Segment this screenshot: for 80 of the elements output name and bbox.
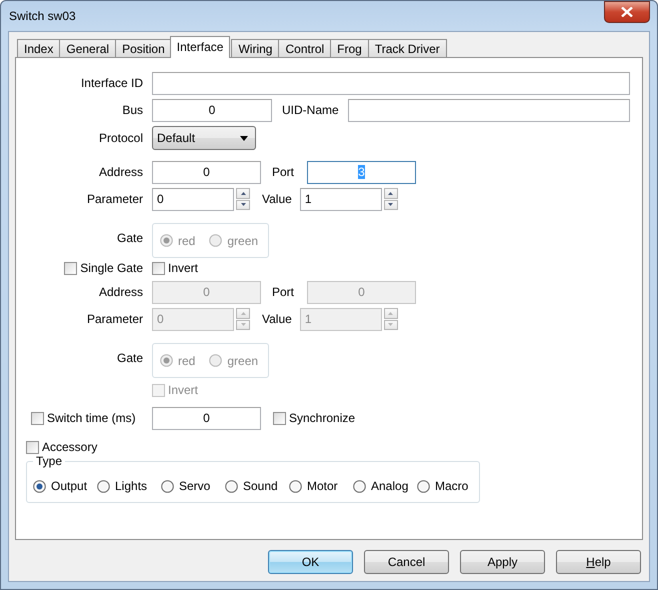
field-label: Port: [271, 165, 296, 179]
tab[interactable]: Interface: [170, 36, 230, 58]
group-title: Type: [33, 454, 66, 468]
window-title: Switch sw03: [8, 9, 76, 23]
checkbox-label: Invert: [168, 261, 198, 275]
radio-label: Output: [51, 479, 88, 493]
radio-button[interactable]: [161, 480, 174, 492]
field-label: Protocol: [98, 131, 144, 145]
radio-button[interactable]: [353, 480, 366, 492]
field-label: Parameter: [86, 192, 144, 206]
checkbox[interactable]: [152, 262, 165, 274]
radio-label: Analog: [371, 479, 408, 493]
radio-button[interactable]: [417, 480, 430, 492]
checkbox-label: Switch time (ms): [47, 411, 136, 425]
checkbox-label: Single Gate: [80, 261, 143, 275]
radio-button[interactable]: [33, 480, 46, 492]
checkbox-label: Synchronize: [289, 411, 356, 425]
radio-label: Motor: [307, 479, 338, 493]
checkbox[interactable]: [64, 262, 78, 274]
dialog-button[interactable]: OK: [268, 550, 353, 574]
radio-label: green: [227, 354, 258, 368]
up-arrow-icon: [240, 192, 246, 195]
field-label: Parameter: [86, 312, 144, 326]
value-field[interactable]: 1: [300, 188, 382, 210]
checkbox[interactable]: [31, 412, 44, 424]
radio-label: green: [227, 234, 258, 248]
tab[interactable]: Position: [115, 39, 172, 58]
dropdown-arrow-icon: [240, 136, 248, 140]
field-label: Interface ID: [80, 76, 144, 90]
down-arrow-icon: [240, 203, 246, 206]
checkbox[interactable]: [273, 412, 286, 424]
spin-down-button[interactable]: [236, 200, 250, 210]
down-arrow-icon: [240, 323, 246, 326]
bus-field[interactable]: 0: [152, 98, 272, 122]
radio-label: Lights: [115, 479, 148, 493]
field-label: Gate: [116, 350, 144, 365]
field-label: Address: [98, 285, 144, 299]
tab[interactable]: General: [59, 39, 116, 58]
checkbox-label: Invert: [168, 383, 198, 397]
spin-up-button[interactable]: [236, 188, 250, 198]
tab[interactable]: Control: [278, 39, 332, 58]
field-label: Gate: [116, 230, 144, 245]
down-arrow-icon: [388, 203, 394, 206]
radio-button[interactable]: [97, 480, 110, 492]
radio-label: Sound: [243, 479, 278, 493]
tab[interactable]: Frog: [330, 39, 369, 58]
field-label: Address: [98, 165, 144, 179]
address-field[interactable]: 0: [152, 160, 261, 184]
dialog-button[interactable]: Apply: [460, 550, 545, 574]
field-label: Bus: [121, 103, 144, 117]
up-arrow-icon: [240, 312, 246, 315]
dialog-button[interactable]: Cancel: [364, 550, 449, 574]
radio-button[interactable]: [225, 480, 238, 492]
radio-button[interactable]: [289, 480, 302, 492]
up-arrow-icon: [388, 312, 394, 315]
radio-label: Macro: [435, 479, 468, 493]
radio-label: red: [178, 354, 196, 368]
uid-name-field[interactable]: [348, 98, 630, 122]
field-label: Port: [271, 285, 296, 299]
switch-time-field[interactable]: 0: [152, 406, 261, 430]
spin-up-button[interactable]: [384, 188, 398, 198]
down-arrow-icon: [388, 323, 394, 326]
parameter-field[interactable]: 0: [152, 188, 234, 210]
tab[interactable]: Track Driver: [368, 39, 447, 58]
field-label: Value: [261, 312, 293, 326]
up-arrow-icon: [388, 192, 394, 195]
field-label: UID-Name: [281, 103, 340, 117]
checkbox[interactable]: [26, 440, 39, 454]
radio-label: red: [178, 234, 196, 248]
dialog-button[interactable]: Help: [556, 550, 641, 574]
spin-down-button[interactable]: [384, 200, 398, 210]
close-icon: [621, 7, 633, 17]
protocol-dropdown[interactable]: Default: [152, 126, 256, 150]
radio-label: Servo: [179, 479, 210, 493]
tab[interactable]: Index: [17, 39, 60, 58]
tab[interactable]: Wiring: [231, 39, 280, 58]
interface-id-field[interactable]: [152, 72, 630, 94]
field-label: Value: [261, 192, 293, 206]
checkbox-label: Accessory: [42, 440, 98, 454]
close-button[interactable]: [604, 1, 650, 23]
